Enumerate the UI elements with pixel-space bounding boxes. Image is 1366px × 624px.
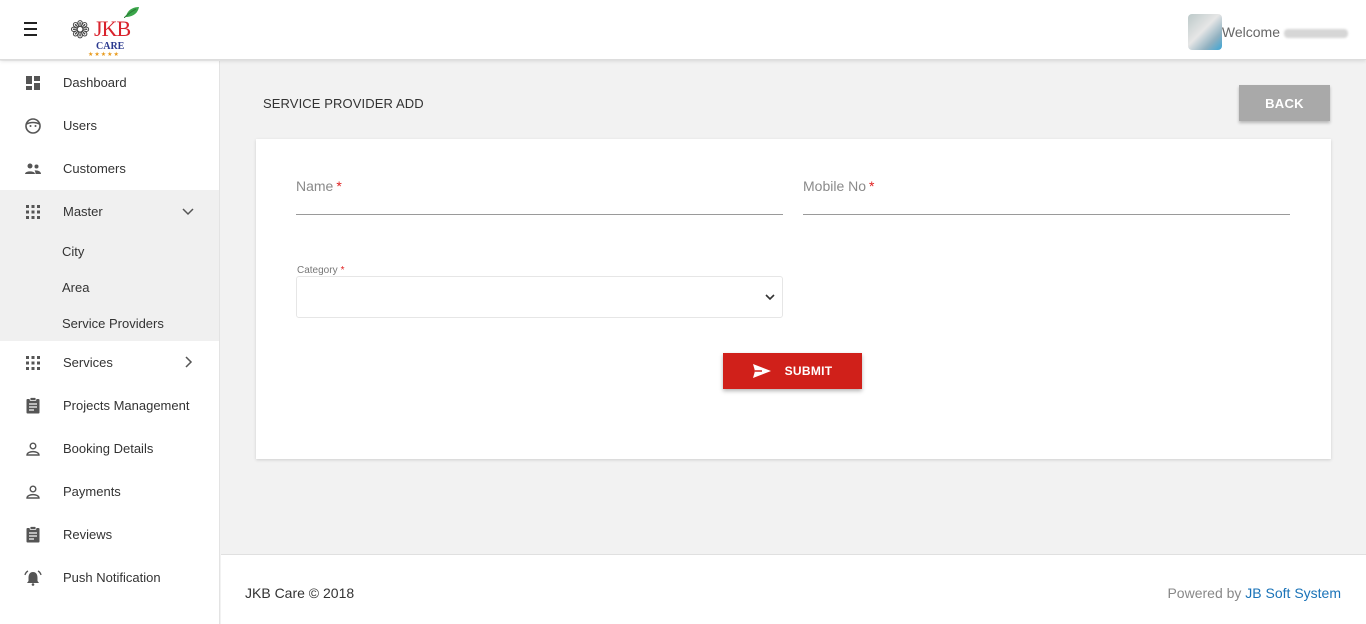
person-outline-icon [24,440,42,458]
sidebar-subitem-city[interactable]: City [0,233,219,269]
mobile-label: Mobile No * [803,178,874,194]
name-label-text: Name [296,178,334,194]
logo-stars: ★★★★★ [88,52,120,58]
sidebar-subitem-label: City [62,243,85,259]
apps-grid-icon [24,354,42,372]
name-label: Name * [296,178,342,194]
clipboard-icon [24,526,42,544]
sidebar-group-master: Master City Area Service Providers [0,190,219,341]
sidebar-item-label: Customers [63,161,126,176]
sidebar-subitem-service-providers[interactable]: Service Providers [0,305,219,341]
sidebar-item-label: Payments [63,484,121,499]
footer-copyright: JKB Care © 2018 [245,585,355,601]
required-mark: * [869,178,875,194]
chevron-down-icon [182,208,194,216]
mobile-label-text: Mobile No [803,178,867,194]
submit-button[interactable]: SUBMIT [723,353,862,389]
page-title: SERVICE PROVIDER ADD [263,96,424,111]
required-mark: * [336,178,342,194]
sidebar-item-label: Booking Details [63,441,154,456]
sidebar: Dashboard Users Customers Master City Ar… [0,61,220,624]
company-link[interactable]: JB Soft System [1245,585,1341,601]
people-icon [24,160,42,178]
logo-text: JKB [94,16,131,41]
sidebar-item-push-notification[interactable]: Push Notification [0,556,219,599]
sidebar-item-payments[interactable]: Payments [0,470,219,513]
top-bar: ❁ JKB CARE ★★★★★ Welcome [0,0,1366,60]
flower-icon: ❁ [70,16,91,44]
leaf-icon [124,7,139,18]
sidebar-item-label: Push Notification [63,570,161,585]
category-select[interactable] [296,276,783,318]
name-underline [296,214,783,215]
user-name-redacted [1284,28,1348,38]
person-outline-icon [24,483,42,501]
name-field[interactable]: Name * [296,178,783,215]
chevron-down-icon [765,294,775,301]
alarm-bell-icon [24,569,42,587]
sidebar-subitem-label: Service Providers [62,315,164,331]
welcome-text: Welcome [1222,24,1348,40]
back-button[interactable]: BACK [1239,85,1330,121]
clipboard-icon [24,397,42,415]
sidebar-item-booking-details[interactable]: Booking Details [0,427,219,470]
sidebar-item-label: Projects Management [63,398,190,413]
face-icon [24,117,42,135]
sidebar-item-customers[interactable]: Customers [0,147,219,190]
hamburger-menu-icon[interactable] [24,22,41,39]
powered-by-text: Powered by [1167,585,1242,601]
sidebar-item-users[interactable]: Users [0,104,219,147]
dashboard-icon [24,74,42,92]
sidebar-item-services[interactable]: Services [0,341,219,384]
avatar[interactable] [1187,14,1222,50]
footer-powered-by: Powered by JB Soft System [1167,585,1341,601]
mobile-underline [803,214,1290,215]
submit-label: SUBMIT [784,364,833,378]
sidebar-item-label: Dashboard [63,75,127,90]
mobile-field[interactable]: Mobile No * [803,178,1290,215]
apps-grid-icon [24,203,42,221]
required-mark: * [340,265,345,276]
sidebar-item-dashboard[interactable]: Dashboard [0,61,219,104]
welcome-label: Welcome [1221,24,1280,40]
sidebar-item-master[interactable]: Master [0,190,219,233]
user-menu[interactable]: Welcome [1187,14,1348,50]
footer: JKB Care © 2018 Powered by JB Soft Syste… [221,554,1366,624]
sidebar-item-reviews[interactable]: Reviews [0,513,219,556]
sidebar-item-label: Services [63,355,113,370]
sidebar-item-label: Users [63,118,97,133]
chevron-right-icon [185,356,193,368]
category-label-text: Category [297,265,338,276]
sidebar-item-projects-management[interactable]: Projects Management [0,384,219,427]
brand-logo[interactable]: ❁ JKB CARE ★★★★★ [68,7,148,58]
sidebar-item-label: Master [63,204,103,219]
category-label: Category * [297,265,344,276]
sidebar-subitem-label: Area [62,279,90,295]
send-icon [752,364,771,378]
sidebar-item-label: Reviews [63,527,113,542]
sidebar-subitem-area[interactable]: Area [0,269,219,305]
